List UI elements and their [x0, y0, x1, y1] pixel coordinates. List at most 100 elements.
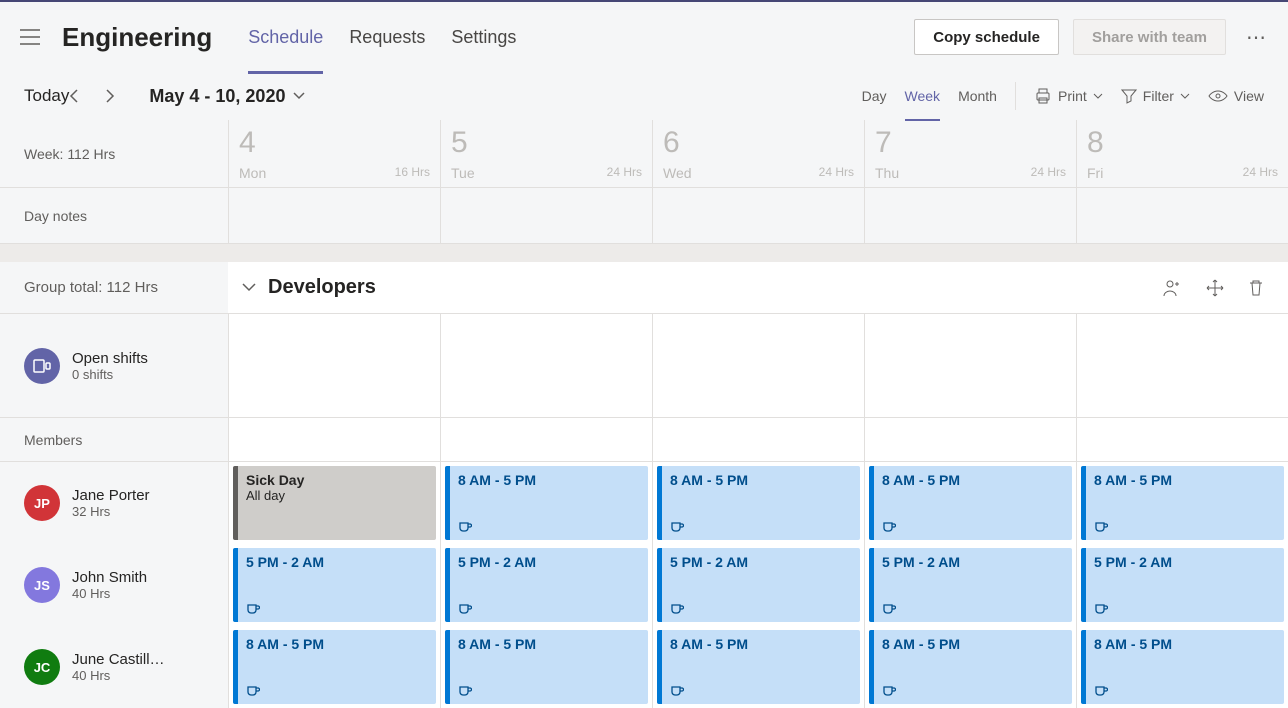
member-row: JS John Smith 40 Hrs 5 PM - 2 AM 5 PM - …	[0, 544, 1288, 626]
copy-schedule-button[interactable]: Copy schedule	[914, 19, 1059, 55]
member-row: JC June Castill… 40 Hrs 8 AM - 5 PM 8 AM…	[0, 626, 1288, 708]
shift-cell[interactable]: 5 PM - 2 AM	[652, 544, 864, 626]
tab-schedule[interactable]: Schedule	[248, 2, 323, 72]
hamburger-icon[interactable]	[16, 23, 44, 51]
shift-block[interactable]: 5 PM - 2 AM	[233, 548, 436, 622]
break-icon	[246, 684, 260, 698]
shift-block[interactable]: 5 PM - 2 AM	[657, 548, 860, 622]
break-icon	[1094, 602, 1108, 616]
date-caret-icon[interactable]	[293, 92, 305, 100]
shift-block[interactable]: 8 AM - 5 PM	[869, 466, 1072, 540]
delete-icon[interactable]	[1248, 279, 1264, 297]
shift-block[interactable]: 5 PM - 2 AM	[445, 548, 648, 622]
range-day[interactable]: Day	[862, 72, 887, 120]
day-header[interactable]: 7 Thu 24 Hrs	[864, 120, 1076, 187]
shift-cell[interactable]: 5 PM - 2 AM	[864, 544, 1076, 626]
empty-cell[interactable]	[652, 188, 864, 243]
shift-label: 8 AM - 5 PM	[882, 472, 1064, 488]
range-week[interactable]: Week	[905, 72, 941, 120]
break-icon	[882, 602, 896, 616]
share-button: Share with team	[1073, 19, 1226, 55]
shift-cell[interactable]: 8 AM - 5 PM	[652, 462, 864, 544]
shift-cell[interactable]: 8 AM - 5 PM	[228, 626, 440, 708]
tab-requests[interactable]: Requests	[349, 2, 425, 72]
shift-cell[interactable]: 5 PM - 2 AM	[228, 544, 440, 626]
empty-cell[interactable]	[228, 188, 440, 243]
open-shifts-title: Open shifts	[72, 350, 148, 367]
empty-cell[interactable]	[1076, 418, 1288, 461]
shift-block[interactable]: 8 AM - 5 PM	[445, 630, 648, 704]
shift-block[interactable]: 8 AM - 5 PM	[1081, 466, 1284, 540]
break-icon	[246, 602, 260, 616]
shift-block[interactable]: 8 AM - 5 PM	[657, 630, 860, 704]
view-button[interactable]: View	[1208, 88, 1264, 104]
today-button[interactable]: Today	[24, 86, 69, 106]
shift-cell[interactable]: 5 PM - 2 AM	[1076, 544, 1288, 626]
empty-cell[interactable]	[228, 418, 440, 461]
member-hours: 40 Hrs	[72, 668, 165, 683]
member-cell[interactable]: JP Jane Porter 32 Hrs	[0, 462, 228, 544]
shift-cell[interactable]: 5 PM - 2 AM	[440, 544, 652, 626]
add-person-icon[interactable]	[1162, 279, 1182, 297]
day-of-week: Tue	[451, 165, 475, 181]
shift-label: 8 AM - 5 PM	[670, 472, 852, 488]
empty-cell[interactable]	[440, 314, 652, 417]
group-header[interactable]: Developers	[228, 262, 1288, 313]
day-num: 7	[875, 126, 1066, 160]
week-total: Week: 112 Hrs	[0, 120, 228, 187]
move-icon[interactable]	[1206, 279, 1224, 297]
filter-button[interactable]: Filter	[1121, 88, 1190, 104]
break-icon	[882, 520, 896, 534]
shift-cell[interactable]: 8 AM - 5 PM	[864, 626, 1076, 708]
range-tabs: Day Week Month	[862, 72, 997, 120]
day-hours: 24 Hrs	[1243, 165, 1278, 179]
break-icon	[670, 520, 684, 534]
shift-block[interactable]: 8 AM - 5 PM	[1081, 630, 1284, 704]
shift-cell[interactable]: 8 AM - 5 PM	[864, 462, 1076, 544]
empty-cell[interactable]	[864, 314, 1076, 417]
shift-cell[interactable]: 8 AM - 5 PM	[1076, 626, 1288, 708]
open-shifts-count: 0 shifts	[72, 367, 148, 382]
print-label: Print	[1058, 88, 1087, 104]
print-button[interactable]: Print	[1034, 87, 1103, 105]
shift-block[interactable]: 8 AM - 5 PM	[869, 630, 1072, 704]
open-shifts-cell[interactable]: Open shifts 0 shifts	[0, 314, 228, 417]
day-header[interactable]: 8 Fri 24 Hrs	[1076, 120, 1288, 187]
empty-cell[interactable]	[864, 418, 1076, 461]
shift-block[interactable]: Sick DayAll day	[233, 466, 436, 540]
day-header[interactable]: 4 Mon 16 Hrs	[228, 120, 440, 187]
shift-cell[interactable]: 8 AM - 5 PM	[1076, 462, 1288, 544]
day-header[interactable]: 6 Wed 24 Hrs	[652, 120, 864, 187]
prev-week-button[interactable]	[69, 88, 105, 104]
empty-cell[interactable]	[1076, 314, 1288, 417]
shift-block[interactable]: 8 AM - 5 PM	[233, 630, 436, 704]
shift-block[interactable]: 8 AM - 5 PM	[657, 466, 860, 540]
shift-block[interactable]: 5 PM - 2 AM	[869, 548, 1072, 622]
empty-cell[interactable]	[652, 314, 864, 417]
date-range[interactable]: May 4 - 10, 2020	[149, 86, 285, 107]
shift-cell[interactable]: Sick DayAll day	[228, 462, 440, 544]
shift-cell[interactable]: 8 AM - 5 PM	[652, 626, 864, 708]
filter-icon	[1121, 88, 1137, 104]
empty-cell[interactable]	[440, 418, 652, 461]
member-cell[interactable]: JS John Smith 40 Hrs	[0, 544, 228, 626]
shift-cell[interactable]: 8 AM - 5 PM	[440, 626, 652, 708]
next-week-button[interactable]	[105, 88, 141, 104]
member-cell[interactable]: JC June Castill… 40 Hrs	[0, 626, 228, 708]
shift-block[interactable]: 5 PM - 2 AM	[1081, 548, 1284, 622]
day-header[interactable]: 5 Tue 24 Hrs	[440, 120, 652, 187]
print-icon	[1034, 87, 1052, 105]
shift-label: 8 AM - 5 PM	[882, 636, 1064, 652]
empty-cell[interactable]	[1076, 188, 1288, 243]
empty-cell[interactable]	[652, 418, 864, 461]
tab-settings[interactable]: Settings	[451, 2, 516, 72]
range-month[interactable]: Month	[958, 72, 997, 120]
shift-label: Sick Day	[246, 472, 428, 488]
shift-block[interactable]: 8 AM - 5 PM	[445, 466, 648, 540]
more-icon[interactable]: ⋯	[1240, 25, 1272, 50]
break-icon	[458, 520, 472, 534]
empty-cell[interactable]	[228, 314, 440, 417]
shift-cell[interactable]: 8 AM - 5 PM	[440, 462, 652, 544]
empty-cell[interactable]	[864, 188, 1076, 243]
empty-cell[interactable]	[440, 188, 652, 243]
